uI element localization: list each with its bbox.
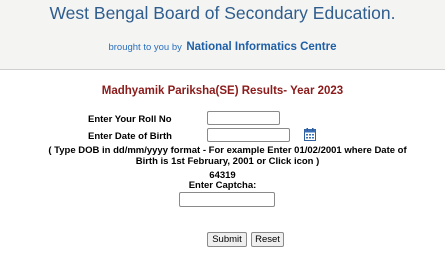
captcha-input[interactable] (179, 192, 275, 207)
reset-button[interactable]: Reset (251, 232, 284, 247)
nic-label: National Informatics Centre (186, 41, 337, 53)
results-title: Madhyamik Pariksha(SE) Results- Year 202… (101, 85, 344, 97)
calendar-icon[interactable] (304, 128, 316, 141)
dob-format-note: ( Type DOB in dd/mm/yyyy format - For ex… (48, 145, 407, 167)
board-title: West Bengal Board of Secondary Education… (49, 3, 396, 23)
submit-button[interactable]: Submit (207, 232, 247, 247)
byline-prefix: brought to you by (108, 42, 182, 53)
page-header: West Bengal Board of Secondary Education… (0, 0, 445, 70)
captcha-label: Enter Captcha: (188, 180, 257, 191)
byline: brought to you by National Informatics C… (0, 37, 445, 55)
dob-label: Enter Date of Birth (88, 131, 172, 142)
roll-label: Enter Your Roll No (88, 114, 172, 125)
roll-input[interactable] (207, 111, 280, 125)
dob-input[interactable] (207, 128, 290, 142)
